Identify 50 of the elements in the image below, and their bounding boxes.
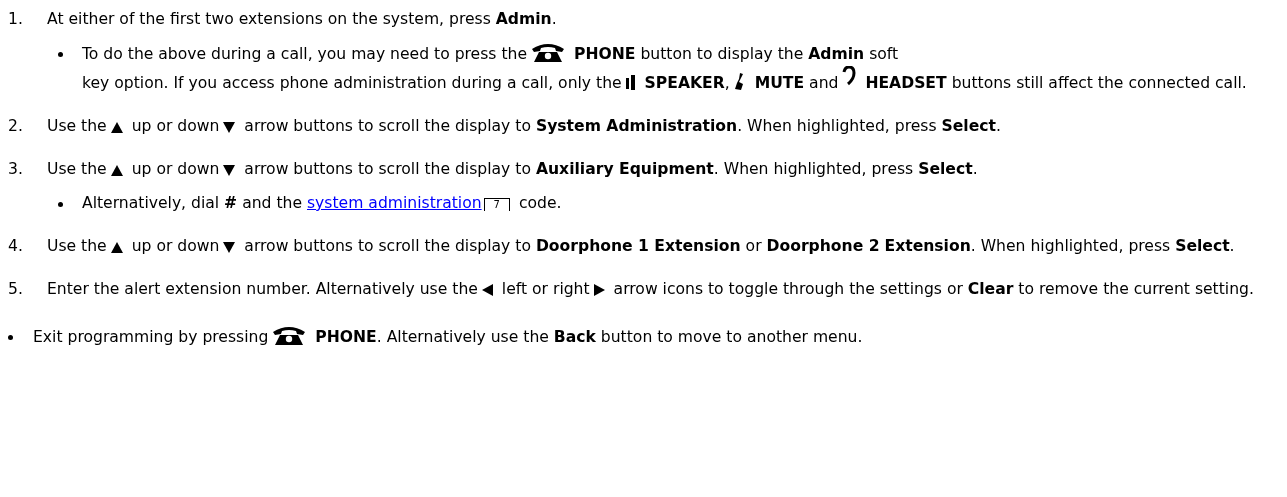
instruction-text: Extension. When highlighted, press Select. bbox=[884, 237, 1235, 255]
instruction-text: Alternatively, dial # and the bbox=[82, 194, 303, 212]
down-arrow-icon bbox=[223, 242, 236, 253]
bullet-icon bbox=[58, 202, 63, 207]
instruction-text: MUTE and bbox=[754, 74, 839, 92]
left-arrow-icon bbox=[481, 284, 493, 296]
instruction-text: press Select. bbox=[871, 160, 978, 178]
instruction-text: arrow icons to toggle through the bbox=[613, 280, 875, 298]
instruction-text: code. bbox=[518, 194, 562, 212]
instruction-text: Use the bbox=[47, 117, 107, 135]
instruction-text: Exit programming by pressing bbox=[33, 328, 269, 346]
down-arrow-icon bbox=[223, 165, 236, 176]
instruction-text: up or down bbox=[131, 237, 220, 255]
instruction-text: Use the bbox=[47, 160, 107, 178]
instruction-text: arrow buttons to scroll the display to Auxiliary Equipment. When highlighted, bbox=[244, 160, 867, 178]
headset-icon bbox=[842, 66, 857, 86]
instruction-text: key option. If you access phone administration during a call, only the bbox=[82, 74, 622, 92]
instruction-text: HEADSET buttons still affect the connected call. bbox=[865, 74, 1247, 92]
microphone-icon bbox=[733, 73, 746, 90]
instruction-text: arrow buttons to scroll the display to Doorphone 1 Extension or Doorphone 2 bbox=[244, 237, 880, 255]
telephone-icon bbox=[272, 325, 307, 345]
step-number: 3. bbox=[8, 159, 23, 180]
instruction-text: settings or Clear to remove the current setting. bbox=[879, 280, 1254, 298]
instruction-text: arrow buttons to scroll the display to System Administration. When highlighted, bbox=[244, 117, 890, 135]
up-arrow-icon bbox=[110, 242, 123, 253]
instruction-text: To do the above during a call, you may need to press the bbox=[82, 45, 527, 63]
page-reference[interactable]: 7 bbox=[483, 198, 510, 211]
up-arrow-icon bbox=[110, 122, 123, 133]
speaker-bars-icon bbox=[625, 75, 636, 90]
instruction-text: up or down bbox=[131, 160, 220, 178]
bullet-icon bbox=[58, 52, 63, 57]
instruction-text: left or right bbox=[501, 280, 590, 298]
instruction-text: up or down bbox=[131, 117, 220, 135]
instruction-text: PHONE. Alternatively use the Back button to move to another menu. bbox=[315, 328, 863, 346]
up-arrow-icon bbox=[110, 165, 123, 176]
step-number: 2. bbox=[8, 116, 23, 137]
step-number: 4. bbox=[8, 236, 23, 257]
link[interactable]: system administration bbox=[307, 194, 482, 212]
instruction-text: Enter the alert extension number. Alternatively use the bbox=[47, 280, 478, 298]
bullet-icon bbox=[8, 335, 13, 340]
step-number: 5. bbox=[8, 279, 23, 300]
down-arrow-icon bbox=[223, 122, 236, 133]
instruction-text: At either of the first two extensions on the system, press Admin. bbox=[47, 10, 557, 28]
instruction-text: SPEAKER, bbox=[644, 74, 730, 92]
instruction-text: Use the bbox=[47, 237, 107, 255]
telephone-icon bbox=[531, 42, 565, 62]
step-number: 1. bbox=[8, 9, 23, 30]
instruction-text: press Select. bbox=[894, 117, 1001, 135]
instruction-text: PHONE button to display the Admin soft bbox=[574, 45, 899, 63]
right-arrow-icon bbox=[593, 284, 605, 296]
